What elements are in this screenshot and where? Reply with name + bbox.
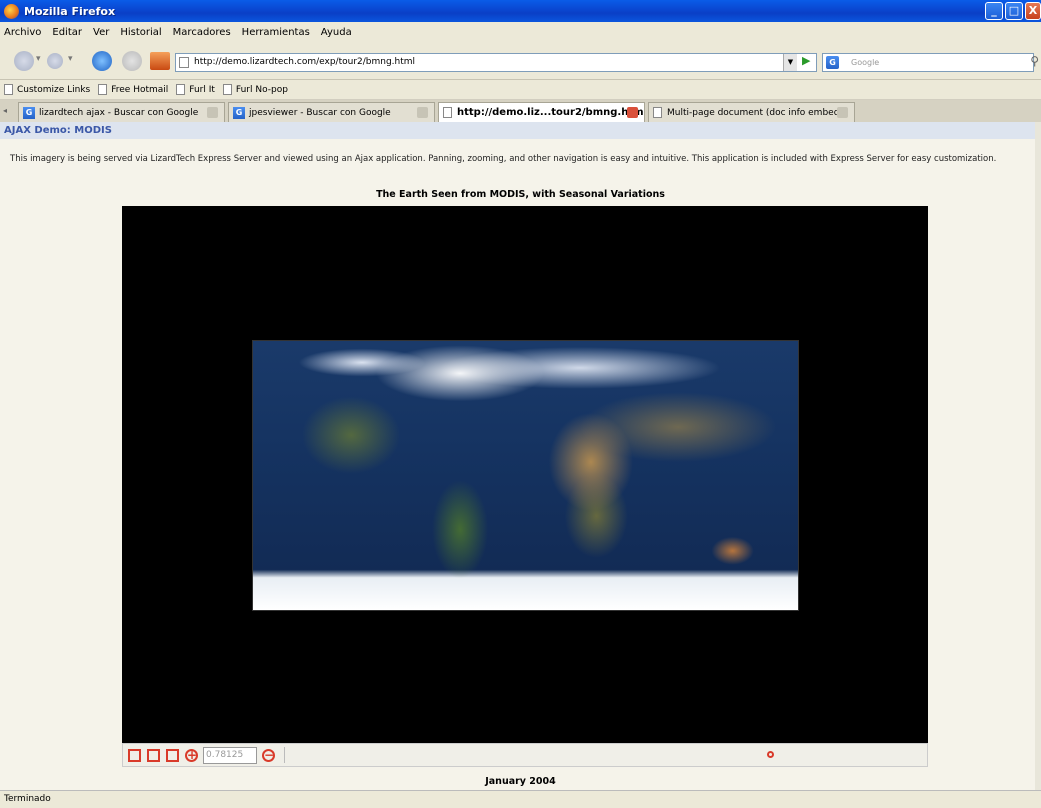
earth-image[interactable] (252, 340, 799, 611)
menu-item-ayuda[interactable]: Ayuda (321, 27, 352, 38)
bookmarks-toolbar: Customize Links Free Hotmail Furl It Fur… (0, 80, 1041, 100)
search-icon[interactable]: ⚲ (1030, 54, 1039, 68)
time-slider-handle[interactable] (767, 751, 774, 758)
bookmark-furl-it[interactable]: Furl It (176, 84, 215, 95)
pan-icon[interactable] (166, 748, 179, 762)
zoom-box-icon[interactable] (147, 748, 160, 762)
stop-icon[interactable] (122, 51, 142, 71)
forward-dropdown-icon[interactable]: ▾ (68, 54, 73, 64)
bookmark-customize-links[interactable]: Customize Links (4, 84, 90, 95)
tab-bar: ◂ G lizardtech ajax - Buscar con Google … (0, 100, 1041, 122)
bookmark-label: Customize Links (17, 84, 91, 95)
scroll-tabs-left-icon[interactable]: ◂ (3, 106, 7, 115)
tab-bmng-active[interactable]: http://demo.liz...tour2/bmng.html (438, 102, 645, 122)
home-icon[interactable] (150, 52, 170, 70)
status-bar: Terminado (0, 790, 1041, 808)
google-search-engine-icon[interactable]: G (826, 56, 839, 69)
page-icon (443, 107, 452, 118)
tab-close-icon[interactable] (627, 107, 638, 118)
page-icon (222, 84, 232, 95)
go-icon[interactable]: ▶ (802, 54, 816, 70)
menu-item-editar[interactable]: Editar (52, 27, 82, 38)
menu-item-archivo[interactable]: Archivo (4, 27, 41, 38)
back-icon[interactable] (14, 51, 34, 71)
window-controls: _ □ X (983, 2, 1041, 20)
map-title: The Earth Seen from MODIS, with Seasonal… (376, 189, 665, 200)
url-text: http://demo.lizardtech.com/exp/tour2/bmn… (194, 57, 416, 67)
tab-close-icon[interactable] (207, 107, 218, 118)
menu-item-marcadores[interactable]: Marcadores (173, 27, 231, 38)
forward-icon[interactable] (47, 53, 63, 69)
tab-label: Multi-page document (doc info embed... (667, 107, 848, 118)
tab-lizardtech-ajax[interactable]: G lizardtech ajax - Buscar con Google (18, 102, 225, 122)
toolbar-divider (284, 747, 285, 763)
window-titlebar: Mozilla Firefox _ □ X (0, 0, 1041, 22)
bookmark-label: Free Hotmail (111, 84, 169, 95)
page-icon (176, 84, 186, 95)
menu-bar: Archivo Editar Ver Historial Marcadores … (0, 22, 1041, 42)
google-favicon-icon: G (23, 106, 35, 119)
menu-item-herramientas[interactable]: Herramientas (242, 27, 310, 38)
menu-item-ver[interactable]: Ver (93, 27, 109, 38)
window-title: Mozilla Firefox (24, 4, 116, 18)
tab-label: lizardtech ajax - Buscar con Google (39, 107, 199, 118)
menu-item-historial[interactable]: Historial (120, 27, 161, 38)
zoom-level-input[interactable]: 0.78125 (203, 746, 257, 764)
navigation-toolbar: ▾ ▾ http://demo.lizardtech.com/exp/tour2… (0, 42, 1041, 80)
reload-icon[interactable] (92, 51, 112, 71)
close-button[interactable]: X (1025, 2, 1041, 20)
firefox-logo-icon (4, 3, 19, 19)
maximize-button[interactable]: □ (1005, 2, 1023, 20)
minimize-button[interactable]: _ (985, 2, 1003, 20)
bookmark-furl-no-pop[interactable]: Furl No-pop (222, 84, 288, 95)
back-dropdown-icon[interactable]: ▾ (36, 54, 41, 64)
map-toolbar: + 0.78125 − (122, 743, 928, 767)
page-icon (4, 84, 13, 95)
tab-label: jpesviewer - Buscar con Google (249, 107, 391, 118)
google-favicon-icon: G (233, 106, 245, 119)
zoom-in-icon[interactable]: + (185, 748, 198, 762)
bookmark-free-hotmail[interactable]: Free Hotmail (98, 84, 168, 95)
tab-label: http://demo.liz...tour2/bmng.html (457, 107, 645, 118)
search-placeholder: Google (851, 58, 880, 67)
url-dropdown-icon[interactable]: ▼ (783, 54, 797, 71)
page-icon (179, 57, 189, 68)
tab-close-icon[interactable] (417, 107, 428, 118)
bookmark-label: Furl No-pop (235, 84, 288, 95)
tab-multi-page-document[interactable]: Multi-page document (doc info embed... (648, 102, 855, 122)
page-content: AJAX Demo: MODIS This imagery is being s… (0, 122, 1041, 790)
intro-text: This imagery is being served via LizardT… (10, 154, 997, 164)
page-icon (653, 107, 662, 118)
url-bar[interactable]: http://demo.lizardtech.com/exp/tour2/bmn… (175, 53, 817, 72)
search-box[interactable]: G Google (822, 53, 1034, 72)
page-scrollbar[interactable] (1035, 122, 1041, 790)
tab-jpesviewer[interactable]: G jpesviewer - Buscar con Google (228, 102, 435, 122)
page-icon (98, 84, 108, 95)
tab-close-icon[interactable] (837, 107, 848, 118)
page-header: AJAX Demo: MODIS (0, 122, 1041, 139)
map-viewer[interactable] (122, 206, 928, 743)
zoom-out-icon[interactable]: − (262, 748, 275, 762)
date-caption: January 2004 (485, 776, 556, 787)
bookmark-label: Furl It (189, 84, 215, 95)
full-extent-icon[interactable] (128, 748, 141, 762)
